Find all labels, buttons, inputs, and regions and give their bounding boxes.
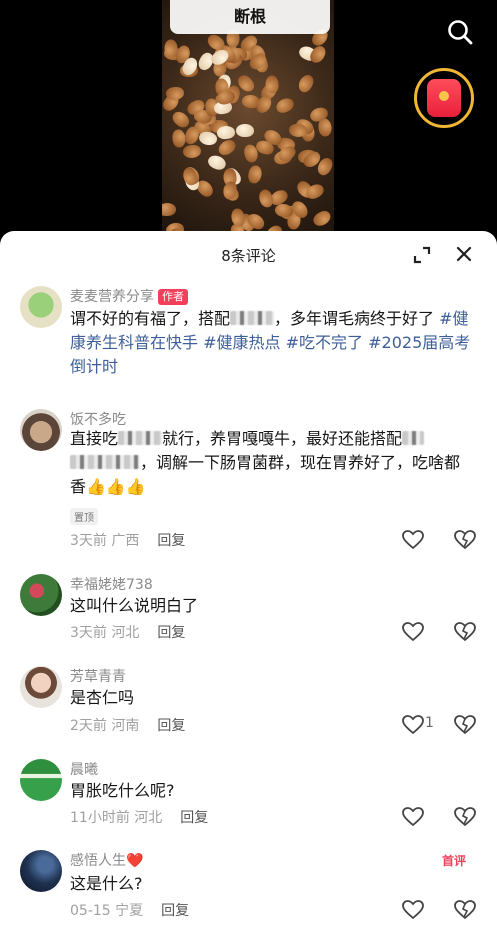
heart-icon[interactable] (402, 530, 424, 550)
expand-icon[interactable] (412, 245, 432, 265)
heart-icon[interactable] (402, 900, 424, 920)
almond-image (182, 144, 202, 159)
red-packet-button[interactable] (414, 68, 474, 128)
video-player[interactable]: 断根 (0, 0, 497, 240)
comment-meta: 2天前 河南 回复 (70, 718, 186, 734)
heart-icon[interactable] (402, 807, 424, 827)
hashtag-link[interactable]: #健康热点 (203, 333, 280, 352)
comment-username[interactable]: 芳草青青 (70, 666, 126, 686)
broken-heart-icon[interactable] (454, 807, 476, 827)
heart-icon[interactable] (402, 622, 424, 642)
comment-item: 感悟人生❤️ 首评 这是什么? 05-15 宁夏 回复 (0, 850, 497, 930)
comment-meta: 3天前 广西 回复 (70, 533, 186, 549)
almond-image (216, 136, 239, 158)
comments-sheet: 8条评论 麦麦营养分享 作者 谓不好的有福了，搭配 ，多年谓毛病终于好了 #健康养生… (0, 231, 497, 941)
censored-text (70, 455, 140, 469)
like-count: 1 (425, 715, 434, 731)
almond-image (162, 202, 177, 216)
almond-image (274, 95, 297, 116)
comment-text: 这叫什么说明白了 (70, 596, 199, 615)
search-icon[interactable] (446, 18, 474, 46)
avatar[interactable] (20, 286, 62, 328)
comments-header: 8条评论 (0, 231, 497, 277)
author-tag: 作者 (158, 289, 188, 305)
first-comment-badge: 首评 (442, 854, 467, 868)
avatar[interactable] (20, 759, 62, 801)
comment-text: 是杏仁吗 (70, 688, 135, 707)
almond-image (165, 86, 185, 102)
video-frame (162, 0, 334, 240)
reply-button[interactable]: 回复 (157, 718, 185, 734)
avatar[interactable] (20, 409, 62, 451)
almond-image (205, 153, 228, 173)
reply-button[interactable]: 回复 (157, 533, 185, 549)
comment-text: 直接吃 就行，养胃嘎嘎牛，最好还能搭配，调解一下肠胃菌群，现在胃养好了，吃啥都香👍… (70, 429, 461, 496)
comment-username[interactable]: 晨曦 (70, 759, 98, 779)
comment-item: 麦麦营养分享 作者 谓不好的有福了，搭配 ，多年谓毛病终于好了 #健康养生科普在快手… (0, 286, 497, 386)
almond-image (265, 74, 280, 94)
almond-image (246, 164, 264, 185)
red-packet-icon (427, 79, 461, 117)
comment-meta: 3天前 河北 回复 (70, 625, 186, 641)
almond-image (296, 72, 317, 95)
censored-text (118, 431, 163, 445)
comment-text: 这是什么? (70, 874, 143, 893)
video-caption: 断根 (170, 0, 330, 34)
hashtag-link[interactable]: #吃不完了 (286, 333, 363, 352)
reply-button[interactable]: 回复 (157, 625, 185, 641)
censored-text (230, 311, 275, 325)
comment-meta: 11小时前 河北 回复 (70, 810, 209, 826)
comment-username[interactable]: 感悟人生❤️ (70, 850, 143, 870)
comment-username[interactable]: 幸福姥姥738 (70, 574, 153, 594)
pinned-badge: 置顶 (70, 508, 98, 525)
broken-heart-icon[interactable] (454, 530, 476, 550)
broken-heart-icon[interactable] (454, 622, 476, 642)
comment-text: 胃胀吃什么呢? (70, 781, 175, 800)
almond-image (235, 123, 255, 138)
heart-icon[interactable] (402, 715, 424, 735)
comment-username[interactable]: 麦麦营养分享 作者 (70, 286, 188, 306)
censored-text (402, 431, 425, 445)
almond-image (257, 188, 275, 209)
comment-item: 晨曦 胃胀吃什么呢? 11小时前 河北 回复 (0, 759, 497, 829)
comment-item: 芳草青青 是杏仁吗 2天前 河南 回复 1 (0, 666, 497, 736)
avatar[interactable] (20, 574, 62, 616)
close-icon[interactable] (455, 245, 473, 263)
reply-button[interactable]: 回复 (161, 903, 189, 919)
comment-item: 饭不多吃 直接吃 就行，养胃嘎嘎牛，最好还能搭配，调解一下肠胃菌群，现在胃养好了，… (0, 409, 497, 550)
broken-heart-icon[interactable] (454, 715, 476, 735)
almond-image (216, 125, 236, 140)
avatar[interactable] (20, 666, 62, 708)
almond-image (310, 207, 333, 229)
comment-meta: 05-15 宁夏 回复 (70, 903, 190, 919)
avatar[interactable] (20, 850, 62, 892)
reply-button[interactable]: 回复 (180, 810, 208, 826)
comment-text: 谓不好的有福了，搭配 ，多年谓毛病终于好了 #健康养生科普在快手 #健康热点 #吃… (70, 309, 471, 376)
comment-item: 幸福姥姥738 这叫什么说明白了 3天前 河北 回复 (0, 574, 497, 644)
comment-username[interactable]: 饭不多吃 (70, 409, 126, 429)
broken-heart-icon[interactable] (454, 900, 476, 920)
